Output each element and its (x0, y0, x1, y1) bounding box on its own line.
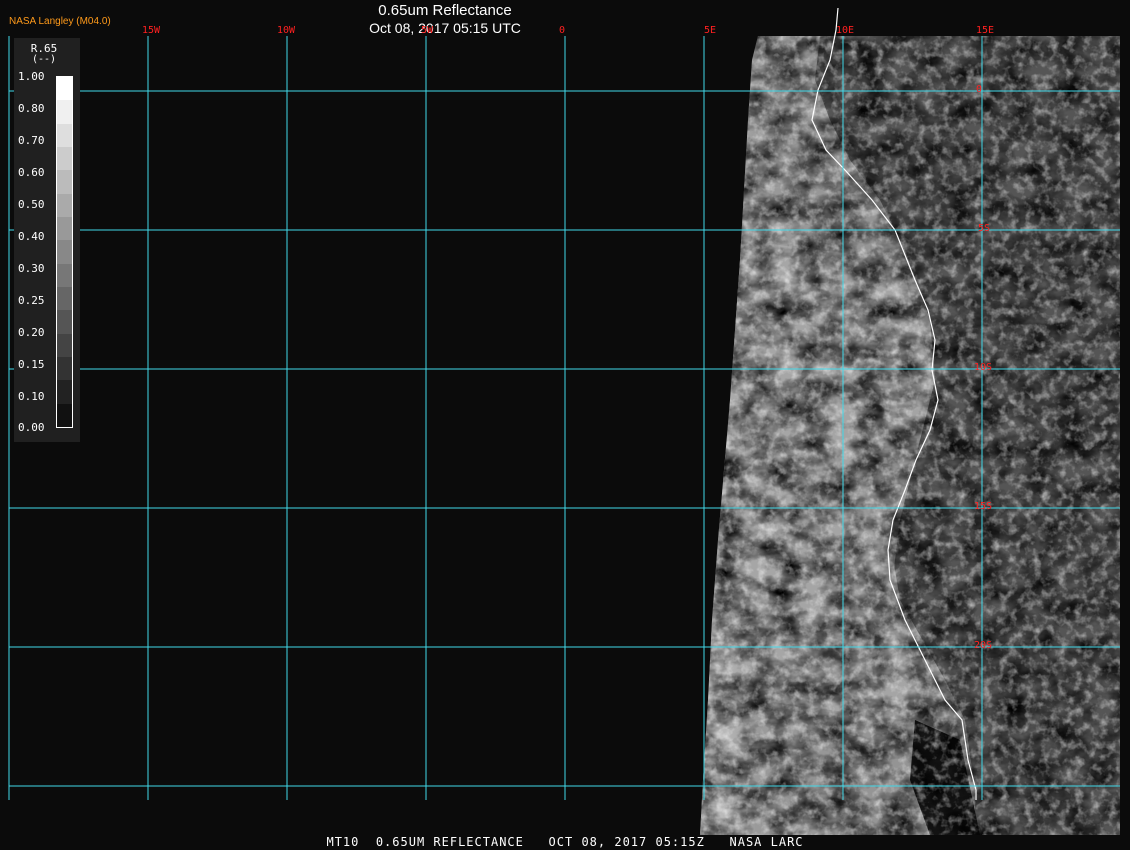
legend-swatch (57, 123, 72, 147)
lat-label: 20S (974, 640, 993, 651)
legend-swatch (57, 77, 72, 101)
legend-tick: 0.00 (18, 421, 45, 434)
map-title: 0.65um Reflectance (378, 2, 512, 19)
lon-label: 15W (142, 25, 161, 36)
legend-tick: 0.60 (18, 166, 45, 179)
legend-swatch (57, 170, 72, 194)
lat-label: 10S (974, 362, 993, 373)
lon-label: 5E (704, 25, 717, 36)
legend-swatch (57, 356, 72, 381)
legend-swatch (57, 310, 72, 334)
footer-caption: MT10 0.65UM REFLECTANCE OCT 08, 2017 05:… (326, 835, 804, 849)
legend-tick: 0.30 (18, 262, 45, 275)
legend-tick: 0.15 (18, 358, 45, 371)
lon-label: 15E (976, 25, 995, 36)
legend-tick: 0.40 (18, 230, 45, 243)
legend-swatch (57, 286, 72, 311)
legend-swatch (57, 240, 72, 264)
legend-tick: 0.25 (18, 294, 45, 307)
legend-unit: (--) (31, 54, 57, 65)
legend-swatch (57, 333, 72, 357)
map-datetime: Oct 08, 2017 05:15 UTC (369, 20, 521, 36)
color-legend: R.65 (--) 1.00 0.80 0.70 0.60 0.50 0.40 … (14, 38, 80, 442)
legend-tick: 0.50 (18, 198, 45, 211)
legend-swatch (57, 146, 72, 171)
legend-swatch (57, 263, 72, 287)
legend-tick: 0.10 (18, 390, 45, 403)
lat-label: 5S (978, 223, 991, 234)
legend-tick: 0.80 (18, 102, 45, 115)
lat-label: 15S (974, 501, 993, 512)
lat-label: 0 (976, 84, 983, 95)
lon-label: 10E (836, 25, 855, 36)
lon-label: 5W (421, 25, 434, 36)
legend-colorbar (56, 76, 73, 428)
lon-label: 0 (559, 25, 566, 36)
legend-swatch (57, 380, 72, 404)
legend-swatch (57, 193, 72, 217)
legend-swatch (57, 216, 72, 241)
legend-tick: 1.00 (18, 70, 45, 83)
lon-label: 10W (277, 25, 296, 36)
legend-tick: 0.70 (18, 134, 45, 147)
legend-swatch (57, 100, 72, 124)
legend-swatch (57, 403, 72, 427)
legend-tick: 0.20 (18, 326, 45, 339)
earth-imagery (700, 36, 1120, 835)
satellite-map (0, 0, 1130, 850)
